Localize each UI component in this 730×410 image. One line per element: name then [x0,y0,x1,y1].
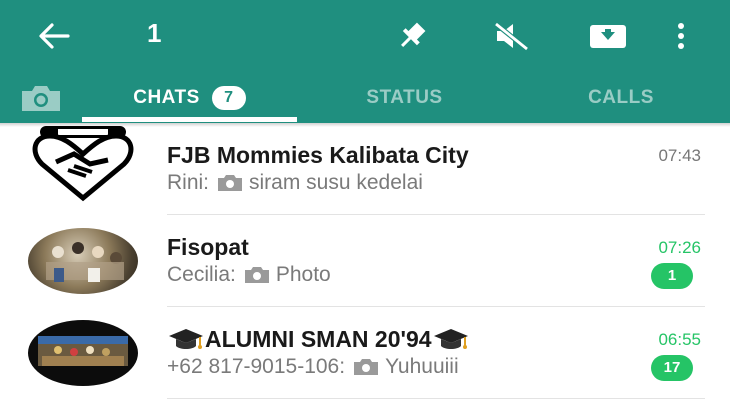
chat-preview: Rini: siram susu kedelai [167,171,423,195]
camera-icon [22,85,60,111]
chat-preview: Cecilia: Photo [167,263,331,287]
chat-row[interactable]: ALUMNI SMAN 20'94 +62 817-9015-106: Yuhu… [0,307,730,399]
active-tab-indicator [82,117,297,122]
avatar [28,126,138,202]
handshake-heart-logo-icon [32,126,134,202]
back-arrow-icon [39,23,70,49]
chat-time: 06:55 [658,330,701,349]
selection-toolbar: 1 [0,0,730,72]
chat-sender: Rini: [167,171,210,194]
chat-name-text: ALUMNI SMAN 20'94 [205,326,432,352]
selection-count: 1 [147,18,162,48]
archive-icon [590,25,626,48]
more-vertical-icon [678,23,684,49]
mute-icon [494,22,529,51]
group-photo-icon [46,242,124,282]
unread-count-badge: 1 [651,263,693,289]
unread-count-badge: 17 [651,355,693,381]
graduation-cap-icon [433,328,468,349]
tab-calls[interactable]: CALLS [512,72,730,123]
chat-sender: +62 817-9015-106: [167,355,346,378]
chat-preview-text: Photo [275,263,331,286]
chat-name: FJB Mommies Kalibata City [167,142,469,168]
camera-icon [218,175,243,191]
camera-icon [354,359,379,375]
chat-time: 07:43 [658,146,701,165]
more-options-button[interactable] [659,14,703,58]
chat-row[interactable]: FJB Mommies Kalibata City Rini: siram su… [0,123,730,215]
chat-preview: +62 817-9015-106: Yuhuuiii [167,355,459,379]
chat-name: Fisopat [167,234,249,260]
tab-chats[interactable]: CHATS 7 [82,72,297,123]
group-photo-icon [38,336,128,366]
tab-status-label: STATUS [366,86,443,108]
row-divider [167,398,705,399]
mute-button[interactable] [489,14,533,58]
avatar [28,228,138,294]
chat-preview-text: Yuhuuiii [385,355,459,378]
app-bar: 1 CHATS 7 STATUS CALLS [0,0,730,123]
tab-bar: CHATS 7 STATUS CALLS [0,72,730,123]
pin-icon [401,22,426,47]
chats-unread-badge: 7 [211,85,246,110]
chat-preview-text: siram susu kedelai [249,171,423,194]
back-button[interactable] [31,14,75,58]
tab-status[interactable]: STATUS [297,72,512,123]
camera-icon [244,267,269,283]
pin-button[interactable] [390,14,434,58]
chat-name: ALUMNI SMAN 20'94 [167,326,470,353]
tab-calls-label: CALLS [588,86,654,108]
avatar [28,320,138,386]
graduation-cap-icon [169,328,203,349]
chat-row[interactable]: Fisopat Cecilia: Photo 07:26 1 [0,215,730,307]
chat-sender: Cecilia: [167,263,236,286]
tab-chats-label: CHATS [133,86,200,108]
chat-time: 07:26 [658,238,701,257]
archive-button[interactable] [586,14,630,58]
tab-camera[interactable] [0,72,82,123]
